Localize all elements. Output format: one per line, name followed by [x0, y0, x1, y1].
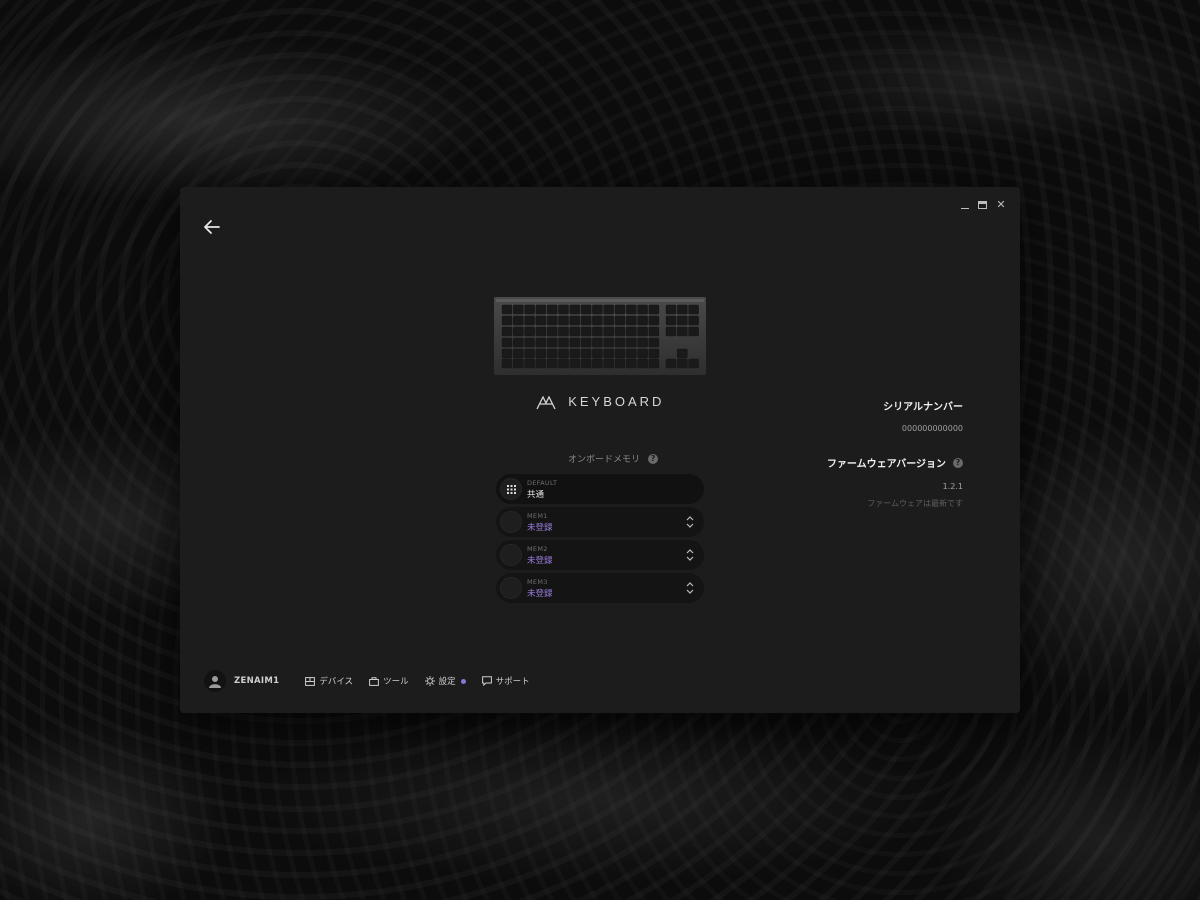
firmware-section: ファームウェアバージョン ? 1.2.1 ファームウェアは最新です [827, 455, 963, 509]
nav-tools[interactable]: ツール [369, 675, 409, 687]
nav-device[interactable]: デバイス [305, 675, 353, 687]
memory-slot-mem1[interactable]: MEM1 未登録 [496, 507, 704, 537]
memory-slot-list: DEFAULT 共通 MEM1 未登録 MEM2 未登録 MEM3 未登録 [496, 474, 704, 606]
nav-support-label: サポート [495, 677, 530, 687]
chevron-up-down-icon[interactable] [686, 549, 694, 561]
keyboard-image [494, 297, 706, 377]
chat-icon [481, 676, 492, 686]
slot-name: 未登録 [527, 555, 553, 566]
window-controls: ✕ [961, 199, 1006, 211]
notification-dot [460, 678, 466, 684]
nav-settings[interactable]: 設定 [424, 675, 466, 687]
firmware-version-value: 1.2.1 [942, 482, 963, 491]
toolbox-icon [369, 676, 379, 686]
slot-tag: MEM2 [527, 544, 548, 553]
device-icon [305, 676, 316, 686]
memory-slot-mem3[interactable]: MEM3 未登録 [496, 573, 704, 603]
memory-slot-mem2[interactable]: MEM2 未登録 [496, 540, 704, 570]
slot-name: 共通 [527, 489, 545, 500]
memory-help-icon[interactable]: ? [648, 453, 659, 464]
nav-settings-label: 設定 [438, 677, 456, 687]
slot-name: 未登録 [527, 588, 553, 599]
close-button[interactable]: ✕ [996, 199, 1006, 211]
onboard-memory-title: オンボードメモリ [568, 455, 641, 465]
firmware-version-label: ファームウェアバージョン [826, 459, 946, 470]
slot-tag: MEM1 [527, 511, 548, 520]
memory-slot-default[interactable]: DEFAULT 共通 [496, 474, 704, 504]
serial-number-section: シリアルナンバー 000000000000 [883, 398, 963, 433]
device-brand-text: KEYBOARD [568, 394, 665, 409]
maximize-button[interactable] [978, 201, 987, 209]
chevron-up-down-icon[interactable] [686, 516, 694, 528]
chevron-up-down-icon[interactable] [686, 582, 694, 594]
nav-support[interactable]: サポート [481, 675, 530, 687]
minimize-button[interactable] [961, 201, 969, 209]
empty-slot-icon [500, 577, 522, 599]
username[interactable]: ZENAIM1 [234, 676, 279, 686]
empty-slot-icon [500, 544, 522, 566]
nav-device-label: デバイス [319, 677, 354, 687]
nav-tools-label: ツール [383, 677, 409, 687]
firmware-status: ファームウェアは最新です [867, 499, 963, 508]
footer-bar: ZENAIM1 デバイス ツール 設定 サポート [204, 670, 546, 692]
back-arrow-icon[interactable] [202, 217, 222, 237]
avatar[interactable] [204, 670, 226, 692]
user-icon [209, 675, 221, 688]
gear-icon [424, 676, 435, 686]
empty-slot-icon [500, 511, 522, 533]
brand-logo-icon [535, 395, 556, 409]
app-window: ✕ KEYBOARD オンボードメモリ ? DEFAULT 共通 MEM1 未登… [180, 187, 1020, 713]
grid-icon [500, 478, 522, 500]
serial-number-label: シリアルナンバー [883, 402, 963, 413]
firmware-help-icon[interactable]: ? [953, 457, 963, 468]
onboard-memory-header: オンボードメモリ ? [568, 452, 659, 465]
slot-tag: DEFAULT [527, 478, 558, 487]
serial-number-value: 000000000000 [901, 424, 963, 433]
slot-name: 未登録 [527, 522, 553, 533]
slot-tag: MEM3 [527, 577, 548, 586]
